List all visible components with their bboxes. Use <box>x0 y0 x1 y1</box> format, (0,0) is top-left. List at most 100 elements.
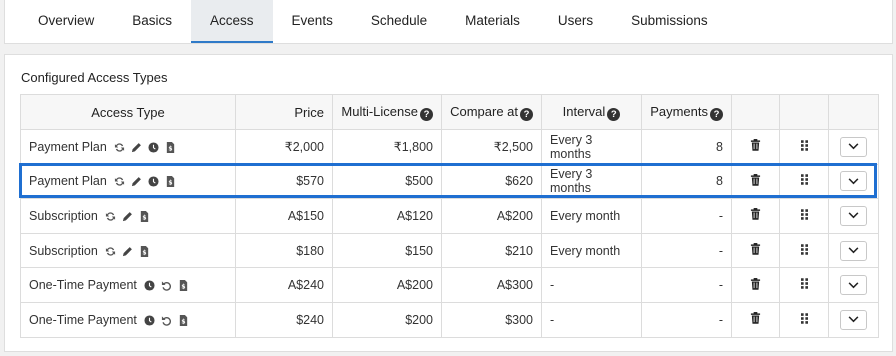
table-row: One-Time Payment $ $240 $200 $300- - <box>20 301 879 338</box>
column-header-drag <box>779 94 829 130</box>
price-cell: $180 <box>235 232 333 269</box>
access-types-table: Access Type Price Multi-License? Compare… <box>20 94 879 338</box>
access-type-label: Subscription <box>29 243 98 258</box>
access-type-label: One-Time Payment <box>29 278 137 293</box>
tab-access[interactable]: Access <box>191 0 273 43</box>
interval-cell: Every 3 months <box>541 163 642 200</box>
price-cell: $570 <box>235 163 333 200</box>
compare-at-cell: A$200 <box>441 198 542 234</box>
trash-icon[interactable] <box>750 173 761 189</box>
document-dollar-icon[interactable]: $ <box>165 176 176 188</box>
expand-row-button[interactable] <box>840 309 867 330</box>
drag-handle-icon[interactable] <box>800 243 808 258</box>
clock-icon[interactable] <box>144 315 155 326</box>
drag-handle-icon[interactable] <box>800 140 808 154</box>
tab-schedule[interactable]: Schedule <box>352 0 446 43</box>
access-type-label: Subscription <box>29 208 98 223</box>
row-action-icons: $ <box>144 280 189 292</box>
drag-handle-icon[interactable] <box>800 209 808 223</box>
multi-license-cell: $500 <box>332 163 442 200</box>
help-icon[interactable]: ? <box>420 107 433 121</box>
expand-cell <box>828 267 879 303</box>
trash-icon[interactable] <box>750 243 761 258</box>
svg-text:$: $ <box>168 180 172 187</box>
column-header-delete <box>731 94 780 130</box>
access-type-label: Payment Plan <box>29 174 107 189</box>
expand-cell <box>828 163 879 200</box>
document-dollar-icon[interactable]: $ <box>139 245 150 257</box>
help-icon[interactable]: ? <box>520 107 533 121</box>
delete-cell <box>731 129 780 165</box>
pencil-icon[interactable] <box>131 176 142 187</box>
price-cell: ₹2,000 <box>235 129 333 165</box>
trash-icon[interactable] <box>750 277 761 293</box>
column-header-access-type: Access Type <box>20 94 236 130</box>
expand-cell <box>828 232 879 269</box>
sync-icon[interactable] <box>105 246 116 257</box>
drag-cell <box>779 232 829 269</box>
payments-cell: 8 <box>641 129 732 165</box>
chevron-down-icon <box>848 143 859 150</box>
tab-events[interactable]: Events <box>273 0 352 43</box>
tab-basics[interactable]: Basics <box>113 0 191 43</box>
price-cell: A$150 <box>235 198 333 234</box>
expand-row-button[interactable] <box>840 240 867 261</box>
svg-text:$: $ <box>142 215 146 222</box>
undo-icon[interactable] <box>161 315 172 326</box>
section-title: Configured Access Types <box>21 70 168 85</box>
row-action-icons: $ <box>105 210 150 222</box>
expand-row-button[interactable] <box>840 136 867 157</box>
drag-handle-icon[interactable] <box>800 174 808 188</box>
pencil-icon[interactable] <box>122 246 133 257</box>
tab-materials[interactable]: Materials <box>446 0 539 43</box>
delete-cell <box>731 267 780 303</box>
tab-users[interactable]: Users <box>539 0 612 43</box>
pencil-icon[interactable] <box>131 142 142 153</box>
tab-bar: Overview Basics Access Events Schedule M… <box>4 0 893 44</box>
access-type-cell: One-Time Payment $ <box>20 301 236 338</box>
expand-row-button[interactable] <box>840 171 867 192</box>
table-row: One-Time Payment $ A$240 A$200 A$300- - <box>20 267 879 303</box>
undo-icon[interactable] <box>161 280 172 291</box>
sync-icon[interactable] <box>114 176 125 187</box>
drag-cell <box>779 267 829 303</box>
trash-icon[interactable] <box>750 139 761 154</box>
clock-icon[interactable] <box>144 280 155 291</box>
interval-cell: Every month <box>541 198 642 234</box>
svg-text:$: $ <box>181 318 185 325</box>
document-dollar-icon[interactable]: $ <box>165 141 176 153</box>
column-header-payments: Payments? <box>641 94 732 130</box>
help-icon[interactable]: ? <box>710 107 723 121</box>
payments-cell: - <box>641 267 732 303</box>
drag-cell <box>779 163 829 200</box>
expand-row-button[interactable] <box>840 205 867 226</box>
tab-submissions[interactable]: Submissions <box>612 0 727 43</box>
sync-icon[interactable] <box>105 211 116 222</box>
chevron-down-icon <box>848 247 859 254</box>
multi-license-cell: A$120 <box>332 198 442 234</box>
drag-handle-icon[interactable] <box>800 278 808 292</box>
svg-text:$: $ <box>142 249 146 256</box>
clock-icon[interactable] <box>148 176 159 187</box>
trash-icon[interactable] <box>750 312 761 327</box>
document-dollar-icon[interactable]: $ <box>178 314 189 326</box>
access-type-cell: Subscription $ <box>20 232 236 269</box>
clock-icon[interactable] <box>148 142 159 153</box>
document-dollar-icon[interactable]: $ <box>139 210 150 222</box>
expand-row-button[interactable] <box>840 275 867 296</box>
row-action-icons: $ <box>105 245 150 257</box>
pencil-icon[interactable] <box>122 211 133 222</box>
table-row: Subscription $ $180 $150 $210 Every month - <box>20 232 879 269</box>
expand-cell <box>828 301 879 338</box>
drag-cell <box>779 301 829 338</box>
access-type-cell: One-Time Payment $ <box>20 267 236 303</box>
access-type-cell: Payment Plan $ <box>20 129 236 165</box>
help-icon[interactable]: ? <box>607 107 621 121</box>
compare-at-cell: $620 <box>441 163 542 200</box>
document-dollar-icon[interactable]: $ <box>178 280 189 292</box>
sync-icon[interactable] <box>114 142 125 153</box>
table-row: Payment Plan $ $570 $500 $620 Every 3 months 8 <box>20 163 879 200</box>
trash-icon[interactable] <box>750 208 761 223</box>
tab-overview[interactable]: Overview <box>19 0 113 43</box>
drag-handle-icon[interactable] <box>800 313 808 327</box>
